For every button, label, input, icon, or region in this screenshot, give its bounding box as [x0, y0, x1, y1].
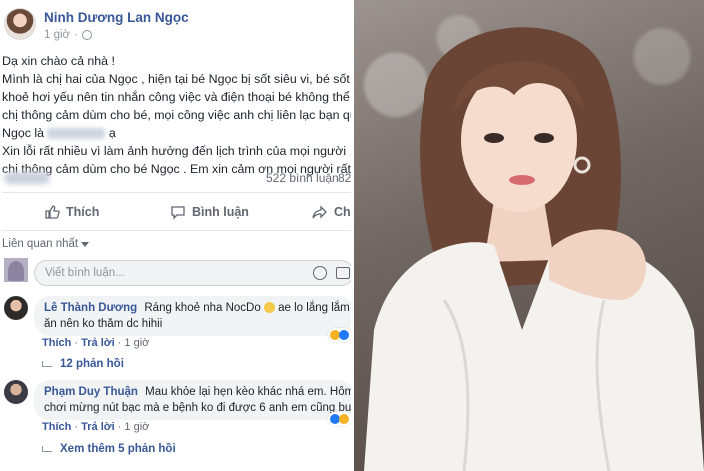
commenter-avatar[interactable]	[4, 296, 28, 320]
comment-count[interactable]: 522 bình luận	[266, 171, 339, 185]
post-line: chị thông cảm dùm cho bé, mọi công việc …	[2, 108, 352, 122]
commenter-name[interactable]: Phạm Duy Thuận	[44, 386, 138, 398]
comment-button[interactable]: Bình luận	[170, 204, 249, 220]
comment-reply-link[interactable]: Trả lời	[81, 337, 115, 349]
view-replies-link[interactable]: 12 phản hồi	[42, 358, 124, 370]
post-meta: 1 giờ ·	[44, 29, 92, 41]
comment-bubble: Lê Thành Dương Ráng khoẻ nha NocDo ae lo…	[34, 296, 352, 336]
reactions-blurred[interactable]	[4, 172, 50, 184]
post-time[interactable]: 1 giờ	[44, 29, 70, 41]
comment-actions: Thích · Trả lời · 1 giờ	[42, 337, 150, 349]
comment-text: chơi mừng nút bạc mà e bệnh ko đi được 6…	[44, 402, 352, 414]
commenter-avatar[interactable]	[4, 380, 28, 404]
reply-arrow-icon	[42, 446, 52, 452]
like-reaction-icon	[339, 330, 349, 340]
divider	[2, 230, 352, 231]
post-line: Mình là chị hai của Ngọc , hiện tại bé N…	[2, 72, 352, 86]
replies-label: Xem thêm 5 phản hồi	[60, 443, 176, 455]
page-avatar[interactable]	[4, 8, 36, 40]
comment-filter-label: Liên quan nhất	[2, 238, 79, 250]
camera-icon[interactable]	[336, 267, 350, 279]
laughing-emoji-icon	[263, 302, 275, 314]
share-icon	[312, 205, 327, 219]
like-label: Thích	[66, 205, 100, 219]
post-body: Dạ xin chào cả nhà ! Mình là chị hai của…	[2, 52, 352, 178]
globe-icon	[81, 30, 92, 40]
comment-text: ăn nên ko thăm dc hihii	[44, 318, 163, 330]
post-line: Dạ xin chào cả nhà !	[2, 54, 115, 68]
thumbs-up-icon	[45, 205, 60, 219]
emoji-icon[interactable]	[313, 266, 327, 280]
sad-reaction-icon	[339, 414, 349, 424]
comment-icon	[171, 206, 185, 220]
portrait-photo	[354, 0, 704, 471]
divider	[2, 192, 352, 193]
like-button[interactable]: Thích	[44, 204, 99, 220]
post-line-text: ạ	[108, 126, 116, 140]
comment-reactions[interactable]	[328, 412, 352, 426]
comment-text: ae lo lắng lắm . Mà	[278, 302, 352, 314]
page-name[interactable]: Ninh Dương Lan Ngọc	[44, 10, 189, 25]
portrait-illustration	[364, 27, 704, 471]
share-button[interactable]: Chi	[312, 204, 352, 220]
comment-time[interactable]: 1 giờ	[124, 337, 149, 349]
comment-like-link[interactable]: Thích	[42, 337, 71, 349]
comment-like-link[interactable]: Thích	[42, 421, 71, 433]
comment-text: Ráng khoẻ nha NocDo	[144, 302, 261, 314]
post-line: khoẻ hơi yếu nên tin nhắn công việc và đ…	[2, 90, 352, 104]
share-label: Chi	[334, 205, 352, 219]
comment-placeholder: Viết bình luận...	[45, 267, 125, 279]
action-bar: Thích Bình luận Chi	[0, 198, 352, 228]
comment-input[interactable]: Viết bình luận...	[34, 260, 352, 286]
current-user-avatar	[4, 258, 28, 282]
comment-reactions[interactable]	[328, 328, 352, 342]
caret-down-icon	[81, 241, 90, 247]
commenter-name[interactable]: Lê Thành Dương	[44, 302, 137, 314]
comment-bubble: Phạm Duy Thuận Mau khỏe lại hẹn kèo khác…	[34, 380, 352, 420]
comment-reply-link[interactable]: Trả lời	[81, 421, 115, 433]
comment-actions: Thích · Trả lời · 1 giờ	[42, 421, 150, 433]
facebook-post-screenshot: Ninh Dương Lan Ngọc 1 giờ · Dạ xin chào …	[0, 0, 352, 471]
blurred-contact	[47, 128, 106, 140]
post-line: Xin lỗi rất nhiều vì làm ảnh hưởng đến l…	[2, 144, 352, 158]
replies-label: 12 phản hồi	[60, 358, 124, 370]
comment-time[interactable]: 1 giờ	[124, 421, 149, 433]
comment-label: Bình luận	[192, 205, 249, 219]
comment-filter[interactable]: Liên quan nhất	[2, 238, 90, 250]
reply-arrow-icon	[42, 361, 52, 367]
reaction-summary: 522 bình luận 82	[4, 170, 352, 188]
share-count[interactable]: 82	[338, 171, 351, 185]
comment-text: Mau khỏe lại hẹn kèo khác nhá em. Hôm na…	[145, 386, 352, 398]
post-line-text: Ngọc là	[2, 126, 45, 140]
view-more-replies-link[interactable]: Xem thêm 5 phản hồi	[42, 443, 176, 455]
post-header: Ninh Dương Lan Ngọc 1 giờ ·	[4, 8, 344, 48]
post-line: Ngọc là ạ	[2, 124, 352, 142]
